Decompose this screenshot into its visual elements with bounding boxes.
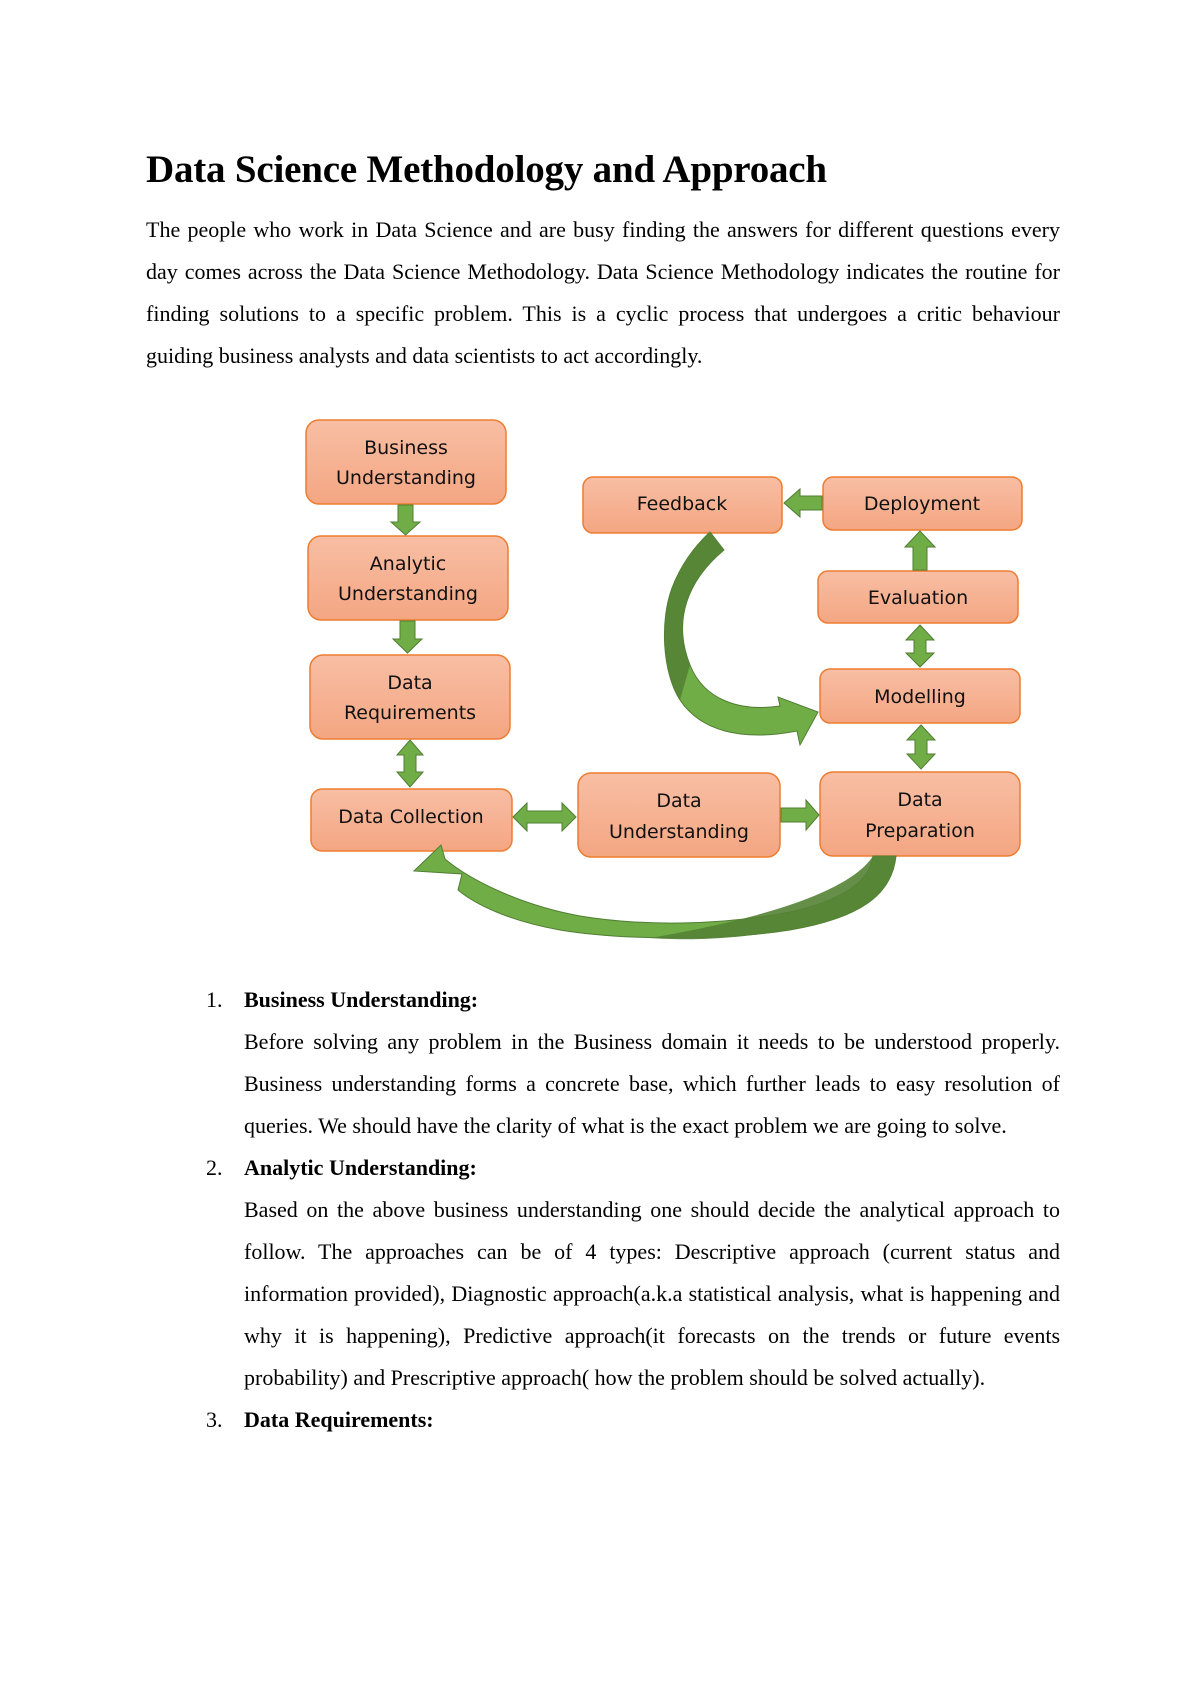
box-label-line: Data: [656, 790, 701, 812]
arrow-right-icon: [780, 798, 820, 832]
section-heading: Analytic Understanding:: [244, 1155, 477, 1180]
box-label-line: Requirements: [344, 702, 476, 724]
section-heading: Data Requirements:: [244, 1407, 434, 1432]
box-data-preparation: Data Preparation: [819, 771, 1021, 857]
box-label-line: Data Collection: [338, 806, 483, 828]
box-label-line: Analytic: [370, 553, 446, 575]
box-label-line: Data: [897, 789, 942, 811]
double-arrow-vertical-icon: [904, 624, 936, 668]
page-title: Data Science Methodology and Approach: [146, 148, 827, 191]
section-body: Based on the above business understandin…: [244, 1197, 1060, 1390]
arrow-up-icon: [903, 530, 937, 571]
box-business-understanding: Business Understanding: [305, 419, 507, 505]
box-label-line: Preparation: [865, 820, 975, 842]
list-item: 1. Business Understanding: Before solvin…: [200, 979, 1060, 1147]
box-label-line: Feedback: [637, 493, 727, 515]
box-data-collection: Data Collection: [310, 788, 513, 852]
box-label-line: Understanding: [336, 467, 476, 489]
box-label-line: Data: [387, 672, 432, 694]
methodology-steps-list: 1. Business Understanding: Before solvin…: [200, 979, 1060, 1441]
box-label-line: Deployment: [864, 493, 980, 515]
box-label-line: Modelling: [874, 686, 966, 708]
arrow-down-icon: [389, 504, 422, 536]
double-arrow-horizontal-icon: [512, 801, 577, 833]
list-item: 2. Analytic Understanding: Based on the …: [200, 1147, 1060, 1399]
box-feedback: Feedback: [582, 476, 783, 534]
arrow-down-icon: [391, 620, 424, 654]
box-analytic-understanding: Analytic Understanding: [307, 535, 509, 621]
list-number: 3.: [206, 1407, 223, 1432]
section-body: Before solving any problem in the Busine…: [244, 1029, 1060, 1138]
arrow-left-icon: [783, 487, 823, 519]
double-arrow-vertical-icon: [395, 739, 425, 788]
document-page: Data Science Methodology and Approach Th…: [0, 0, 1200, 1697]
list-item: 3. Data Requirements:: [200, 1399, 1060, 1441]
list-number: 2.: [206, 1155, 223, 1180]
box-data-requirements: Data Requirements: [309, 654, 511, 740]
section-heading: Business Understanding:: [244, 987, 479, 1012]
list-number: 1.: [206, 987, 223, 1012]
curved-arrow-preparation-to-collection-icon: [412, 844, 897, 939]
box-evaluation: Evaluation: [817, 570, 1019, 624]
box-label-line: Understanding: [338, 583, 478, 605]
box-data-understanding: Data Understanding: [577, 772, 781, 858]
box-deployment: Deployment: [822, 476, 1023, 531]
box-label-line: Understanding: [609, 821, 749, 843]
double-arrow-vertical-icon: [905, 724, 937, 770]
box-modelling: Modelling: [819, 668, 1021, 724]
box-label-line: Business: [364, 437, 448, 459]
box-label-line: Evaluation: [868, 587, 968, 609]
intro-paragraph: The people who work in Data Science and …: [146, 217, 1060, 368]
